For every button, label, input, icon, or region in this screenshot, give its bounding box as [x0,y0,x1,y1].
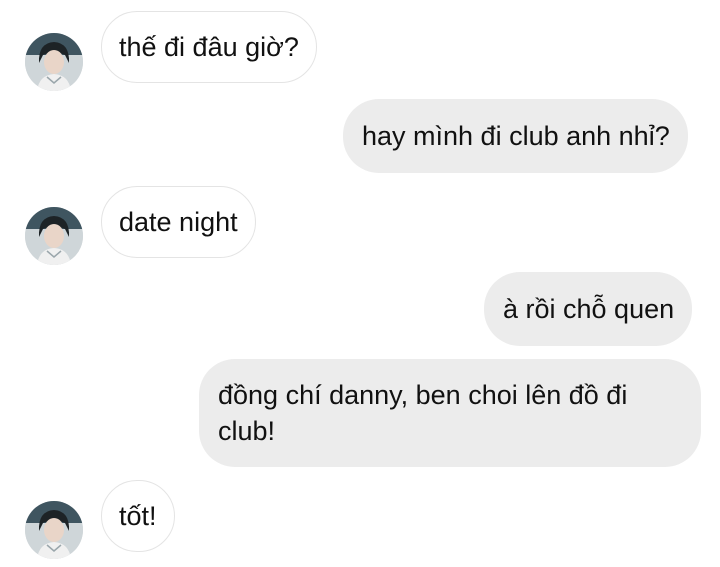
user-avatar-icon[interactable] [25,33,83,91]
chat-thread: thế đi đâu giờ? hay mình đi club anh nhỉ… [0,0,720,567]
user-avatar-icon[interactable] [25,501,83,559]
message-incoming[interactable]: thế đi đâu giờ? [101,11,317,83]
message-incoming[interactable]: date night [101,186,256,258]
message-outgoing[interactable]: hay mình đi club anh nhỉ? [343,99,688,173]
message-outgoing[interactable]: à rồi chỗ quen [484,272,693,346]
user-avatar-icon[interactable] [25,207,83,265]
message-outgoing[interactable]: đồng chí danny, ben choi lên đồ đi club! [199,359,701,467]
message-incoming[interactable]: tốt! [101,480,175,552]
